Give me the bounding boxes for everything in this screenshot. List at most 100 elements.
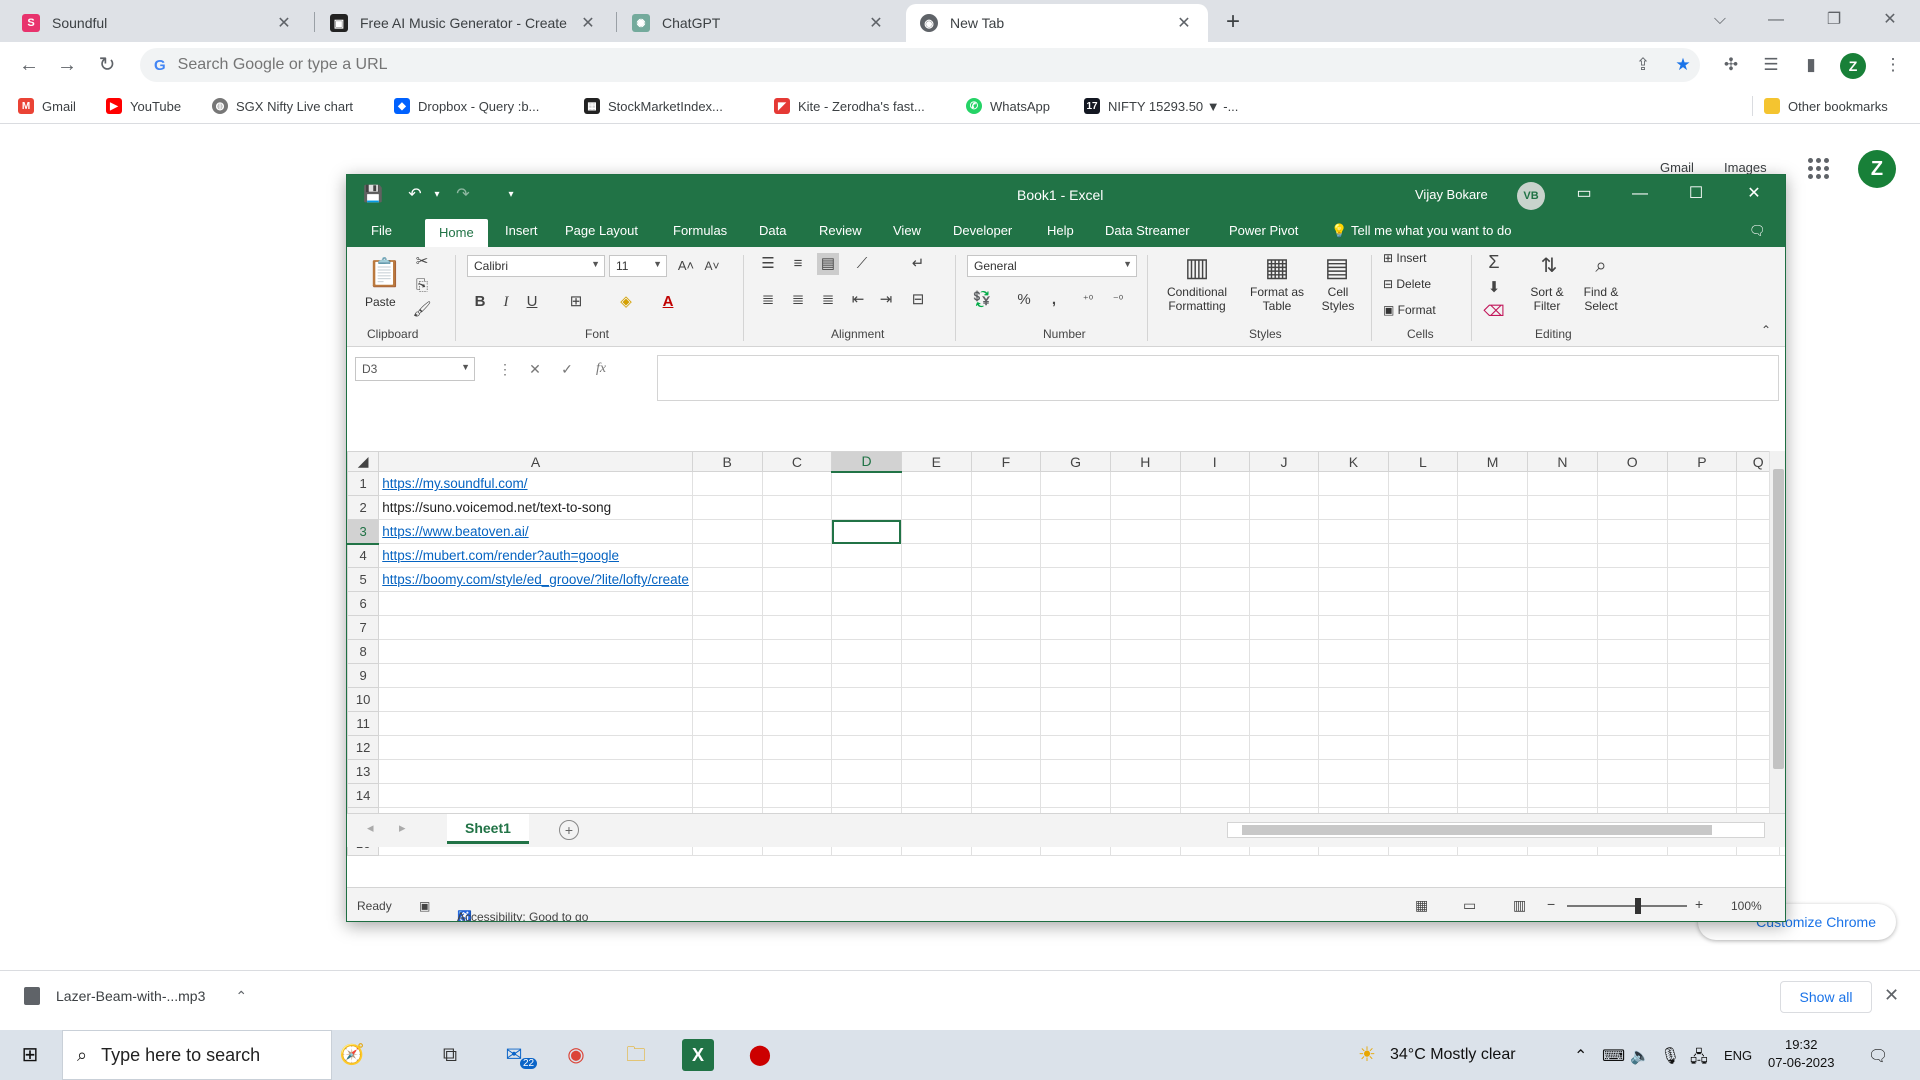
cell-m1[interactable] [1457, 471, 1529, 496]
cell-l9[interactable] [1387, 663, 1459, 688]
cell-m2[interactable] [1457, 495, 1529, 520]
google-apps-grid-icon[interactable] [1806, 156, 1830, 180]
cell-a3[interactable]: https://www.beatoven.ai/ [378, 519, 693, 544]
align-right-icon[interactable]: ≣ [817, 289, 839, 311]
cell-m11[interactable] [1457, 711, 1529, 736]
cell-i13[interactable] [1179, 759, 1250, 784]
cell-f13[interactable] [970, 759, 1042, 784]
cell-g3[interactable] [1040, 519, 1111, 544]
new-sheet-plus-icon[interactable]: + [559, 820, 579, 840]
cell-d12[interactable] [831, 735, 902, 760]
cell-k3[interactable] [1318, 519, 1389, 544]
tab-help[interactable]: Help [1047, 215, 1074, 247]
row-header[interactable]: 9 [347, 663, 380, 688]
excel-taskbar-icon[interactable]: X [682, 1039, 714, 1071]
cell-i6[interactable] [1179, 591, 1250, 616]
cell-h12[interactable] [1109, 735, 1181, 760]
column-header-c[interactable]: C [761, 451, 833, 472]
horizontal-scrollbar[interactable] [1227, 822, 1765, 838]
cell-o3[interactable] [1596, 519, 1668, 544]
cell-e2[interactable] [900, 495, 972, 520]
cell-a14[interactable] [378, 783, 693, 808]
bookmark-youtube[interactable]: ▶ YouTube [106, 96, 181, 116]
cell-o12[interactable] [1596, 735, 1668, 760]
cell-a10[interactable] [378, 687, 693, 712]
cell-n5[interactable] [1527, 567, 1598, 592]
bookmark-sgx-nifty[interactable]: ◍ SGX Nifty Live chart [212, 96, 353, 116]
cell-b13[interactable] [691, 759, 763, 784]
cell-d1[interactable] [831, 471, 902, 496]
bookmark-dropbox[interactable]: ◆ Dropbox - Query :b... [394, 96, 539, 116]
close-window-icon[interactable]: ✕ [1862, 0, 1918, 42]
clear-eraser-icon[interactable]: ⌫ [1483, 301, 1505, 323]
cell-d10[interactable] [831, 687, 902, 712]
cell-k1[interactable] [1318, 471, 1389, 496]
cell-n6[interactable] [1527, 591, 1598, 616]
cell-l7[interactable] [1387, 615, 1459, 640]
cell-n13[interactable] [1527, 759, 1598, 784]
cell-f4[interactable] [970, 543, 1042, 568]
cancel-x-icon[interactable]: ✕ [523, 357, 547, 381]
cell-n11[interactable] [1527, 711, 1598, 736]
collapse-ribbon-chevron-icon[interactable]: ⌃ [1755, 319, 1777, 341]
omnibox-input[interactable] [177, 56, 1078, 74]
cell-i2[interactable] [1179, 495, 1250, 520]
cell-c1[interactable] [761, 471, 833, 496]
cell-p8[interactable] [1666, 639, 1738, 664]
cell-n3[interactable] [1527, 519, 1598, 544]
system-clock[interactable]: 19:32 07-06-2023 [1768, 1036, 1835, 1072]
align-top-icon[interactable]: ☰ [757, 253, 779, 275]
close-tab-icon[interactable]: ✕ [274, 13, 294, 33]
row-header[interactable]: 12 [347, 735, 380, 760]
row-header[interactable]: 2 [347, 495, 380, 520]
cell-h6[interactable] [1109, 591, 1181, 616]
cell-e1[interactable] [900, 471, 972, 496]
tab-insert[interactable]: Insert [505, 215, 538, 247]
cell-l5[interactable] [1387, 567, 1459, 592]
cell-o8[interactable] [1596, 639, 1668, 664]
gmail-link[interactable]: Gmail [1660, 160, 1694, 175]
cell-h5[interactable] [1109, 567, 1181, 592]
chrome-menu-kebab-icon[interactable]: ⋮ [1880, 52, 1906, 78]
cell-f1[interactable] [970, 471, 1042, 496]
page-layout-view-icon[interactable]: ▭ [1463, 897, 1476, 914]
cell-g9[interactable] [1040, 663, 1111, 688]
paste-clipboard-icon[interactable]: 📋 [367, 255, 402, 291]
scroll-thumb[interactable] [1773, 469, 1784, 769]
user-avatar[interactable]: VB [1517, 182, 1545, 210]
cell-b11[interactable] [691, 711, 763, 736]
comments-icon[interactable]: 🗨 [1749, 215, 1766, 247]
speaker-icon[interactable]: 🔈 [1630, 1046, 1650, 1066]
cell-f11[interactable] [970, 711, 1042, 736]
taskbar-search-box[interactable]: ⌕ Type here to search [62, 1030, 332, 1080]
cell-n14[interactable] [1527, 783, 1598, 808]
cell-c10[interactable] [761, 687, 833, 712]
page-break-view-icon[interactable]: ▥ [1513, 897, 1526, 914]
cell-f14[interactable] [970, 783, 1042, 808]
number-format-combo[interactable]: General ▼ [967, 255, 1137, 277]
cell-g13[interactable] [1040, 759, 1111, 784]
cell-h1[interactable] [1109, 471, 1181, 496]
cell-a1[interactable]: https://my.soundful.com/ [378, 471, 693, 496]
row-header[interactable]: 8 [347, 639, 380, 664]
zoom-out-icon[interactable]: − [1547, 896, 1555, 912]
cell-l1[interactable] [1387, 471, 1459, 496]
column-header-k[interactable]: K [1318, 451, 1389, 472]
cell-c7[interactable] [761, 615, 833, 640]
cell-a4[interactable]: https://mubert.com/render?auth=google [378, 543, 693, 568]
media-queue-icon[interactable]: ☰ [1758, 52, 1784, 78]
cell-m7[interactable] [1457, 615, 1529, 640]
cell-m4[interactable] [1457, 543, 1529, 568]
cell-c6[interactable] [761, 591, 833, 616]
cell-c11[interactable] [761, 711, 833, 736]
comma-style-icon[interactable]: , [1043, 289, 1065, 311]
cell-m6[interactable] [1457, 591, 1529, 616]
underline-button[interactable]: U [521, 291, 543, 313]
cell-o1[interactable] [1596, 471, 1668, 496]
orientation-icon[interactable]: ⟋ [851, 253, 873, 275]
cell-l2[interactable] [1387, 495, 1459, 520]
autosum-sigma-icon[interactable]: Σ [1483, 251, 1505, 273]
column-header-o[interactable]: O [1596, 451, 1668, 472]
macro-record-icon[interactable]: ▣ [419, 899, 430, 913]
scroll-thumb[interactable] [1242, 825, 1712, 835]
